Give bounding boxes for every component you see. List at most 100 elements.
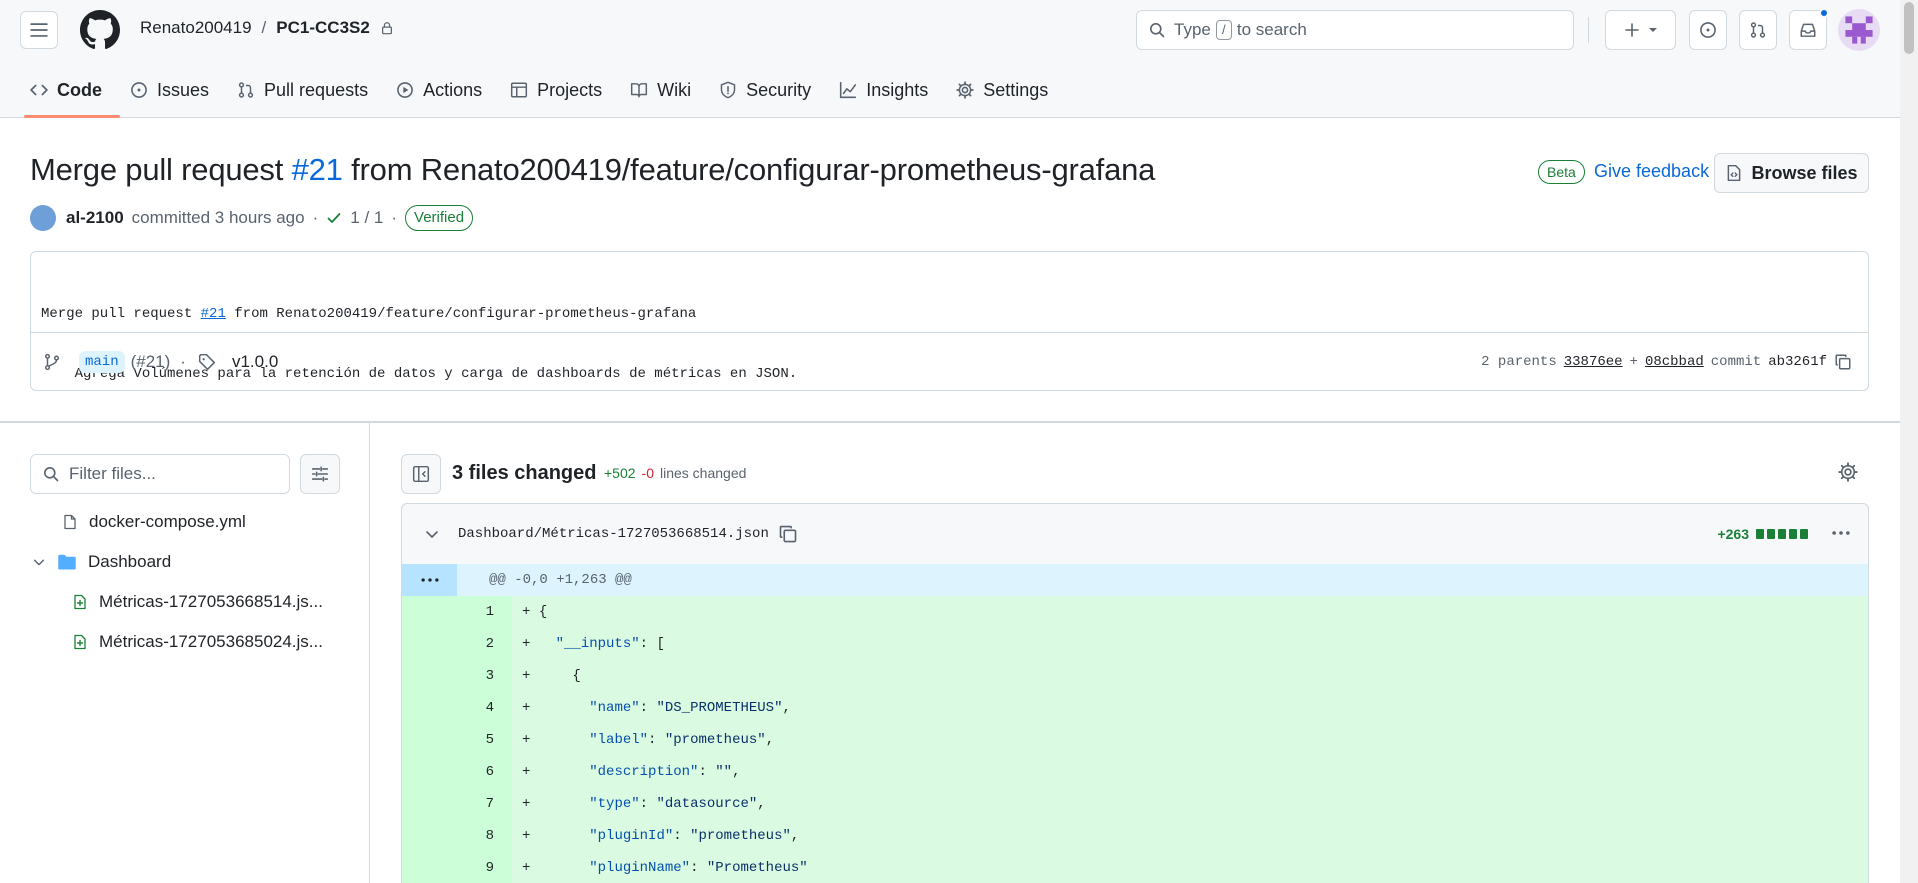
github-logo-icon[interactable]	[80, 10, 120, 50]
pull-requests-button[interactable]	[1739, 10, 1777, 50]
tree-item-metricas-2[interactable]: Métricas-1727053685024.js...	[72, 632, 323, 652]
tab-projects[interactable]: Projects	[508, 72, 616, 108]
page-scrollbar[interactable]	[1900, 0, 1918, 883]
old-line-number[interactable]	[402, 724, 457, 756]
git-branch-icon	[44, 353, 60, 370]
copy-path-button[interactable]	[778, 524, 798, 544]
footer-dot: ·	[180, 351, 186, 371]
browse-files-button[interactable]: Browse files	[1714, 153, 1869, 193]
code-punct: ,	[782, 700, 791, 716]
tab-insights[interactable]: Insights	[837, 72, 942, 108]
repo-name-link[interactable]: PC1-CC3S2	[276, 18, 370, 38]
gear-icon	[1838, 462, 1858, 482]
menu-button[interactable]	[20, 11, 58, 49]
branch-label[interactable]: main	[79, 350, 125, 373]
header-divider	[1588, 17, 1589, 43]
section-divider	[0, 421, 1900, 423]
folder-icon	[58, 554, 76, 570]
tab-wiki[interactable]: Wiki	[628, 72, 705, 108]
repo-owner-link[interactable]: Renato200419	[140, 18, 252, 38]
new-line-number[interactable]: 2	[457, 628, 512, 660]
tab-issues[interactable]: Issues	[128, 72, 223, 108]
parents-label: 2 parents	[1481, 354, 1557, 370]
filter-files-input[interactable]: Filter files...	[30, 454, 290, 494]
new-line-number[interactable]: 9	[457, 852, 512, 883]
code-punct: :	[698, 764, 716, 780]
tab-code[interactable]: Code	[24, 72, 120, 118]
pr-link[interactable]: #21	[292, 152, 343, 187]
code-key: "__inputs"	[555, 636, 640, 652]
create-new-button[interactable]	[1605, 10, 1676, 50]
tree-item-dashboard-folder[interactable]: Dashboard	[32, 552, 171, 572]
sidebar-divider	[369, 423, 370, 883]
tree-item-label: Dashboard	[88, 552, 172, 571]
diff-marker: +	[522, 700, 539, 716]
new-line-number[interactable]: 8	[457, 820, 512, 852]
new-line-number[interactable]: 7	[457, 788, 512, 820]
new-line-number[interactable]: 1	[457, 596, 512, 628]
diff-code: + "pluginId": "prometheus",	[512, 828, 799, 844]
scrollbar-thumb[interactable]	[1904, 2, 1914, 54]
tree-item-docker-compose[interactable]: docker-compose.yml	[62, 512, 246, 532]
author-avatar[interactable]	[30, 205, 56, 231]
tab-actions[interactable]: Actions	[394, 72, 496, 108]
toggle-file-tree-button[interactable]	[401, 454, 441, 494]
tag-label[interactable]: v1.0.0	[232, 352, 278, 372]
old-line-number[interactable]	[402, 756, 457, 788]
expand-hunk-button[interactable]	[402, 564, 457, 596]
diff-file-name[interactable]: Dashboard/Métricas-1727053668514.json	[458, 526, 769, 542]
tab-pull-requests[interactable]: Pull requests	[235, 72, 382, 108]
filter-options-button[interactable]	[300, 454, 340, 494]
parent-2-link[interactable]: 08cbbad	[1645, 354, 1704, 370]
message-suffix: from Renato200419/feature/configurar-pro…	[225, 306, 697, 322]
search-shortcut-key: /	[1215, 20, 1232, 40]
app-header: Renato200419 / PC1-CC3S2 Type / to searc…	[0, 0, 1900, 118]
new-line-number[interactable]: 5	[457, 724, 512, 756]
diff-settings-button[interactable]	[1838, 462, 1858, 482]
checks-count[interactable]: 1 / 1	[350, 208, 383, 228]
verified-badge[interactable]: Verified	[405, 205, 474, 231]
parent-1-link[interactable]: 33876ee	[1564, 354, 1623, 370]
diff-code: + "__inputs": [	[512, 636, 665, 652]
additions-count: +502	[604, 465, 636, 481]
diff-line: 1 + {	[402, 596, 1868, 628]
graph-icon	[840, 81, 857, 99]
code-string: "Prometheus"	[706, 860, 808, 876]
copy-icon[interactable]	[1834, 353, 1852, 371]
diffstat-square	[1767, 529, 1775, 539]
old-line-number[interactable]	[402, 692, 457, 724]
chevron-down-icon	[33, 559, 45, 566]
old-line-number[interactable]	[402, 820, 457, 852]
branch-pr[interactable]: (#21)	[131, 352, 171, 372]
old-line-number[interactable]	[402, 596, 457, 628]
issues-button[interactable]	[1689, 10, 1727, 50]
search-input[interactable]: Type / to search	[1136, 10, 1574, 50]
new-line-number[interactable]: 4	[457, 692, 512, 724]
tree-item-metricas-1[interactable]: Métricas-1727053668514.js...	[72, 592, 323, 612]
old-line-number[interactable]	[402, 852, 457, 883]
author-link[interactable]: al-2100	[66, 208, 124, 228]
collapse-file-button[interactable]	[424, 526, 440, 542]
old-line-number[interactable]	[402, 628, 457, 660]
diff-line: 8 + "pluginId": "prometheus",	[402, 820, 1868, 852]
tab-security[interactable]: Security	[717, 72, 825, 108]
old-line-number[interactable]	[402, 788, 457, 820]
message-pr-link[interactable]: #21	[201, 306, 226, 322]
diff-code: + {	[512, 668, 581, 684]
check-icon[interactable]	[326, 210, 342, 226]
give-feedback-link[interactable]: Give feedback	[1594, 161, 1709, 182]
diff-lines: 1 + {2 + "__inputs": [3 + {4 + "name": "DS_P…	[402, 596, 1868, 883]
diff-marker: +	[522, 636, 539, 652]
new-line-number[interactable]: 6	[457, 756, 512, 788]
diff-marker: +	[522, 796, 539, 812]
search-placeholder-suffix: to search	[1236, 20, 1307, 39]
old-line-number[interactable]	[402, 660, 457, 692]
user-avatar[interactable]	[1838, 9, 1880, 51]
new-line-number[interactable]: 3	[457, 660, 512, 692]
tab-settings[interactable]: Settings	[954, 72, 1062, 108]
file-options-button[interactable]	[1830, 522, 1852, 544]
code-key: "description"	[589, 764, 699, 780]
